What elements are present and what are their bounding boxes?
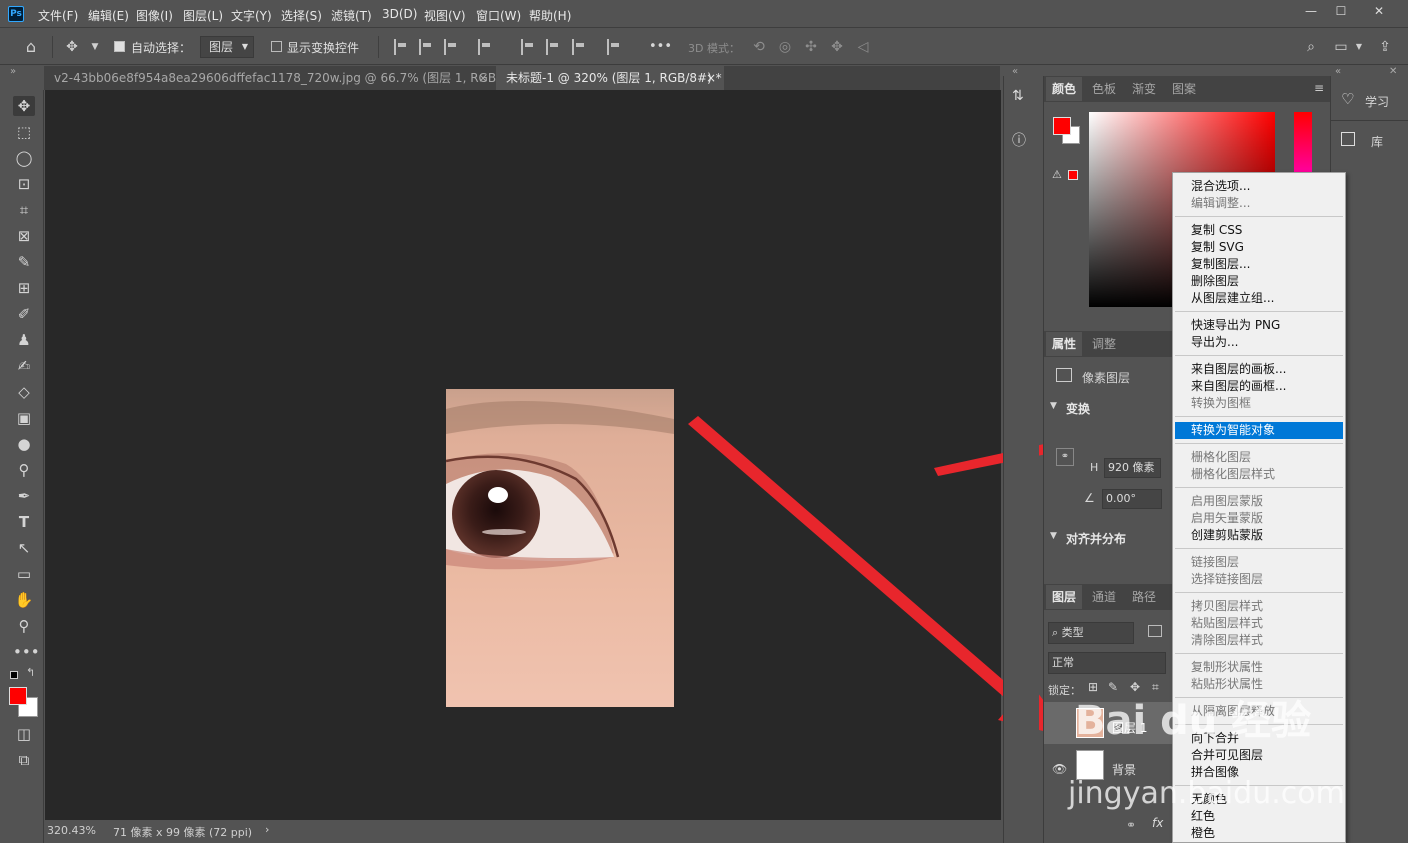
fx-icon[interactable]: fx — [1152, 816, 1163, 830]
context-menu-item[interactable]: 栅格化图层 — [1191, 449, 1251, 466]
height-label: H — [1090, 461, 1099, 474]
eye-icon[interactable]: 👁 — [1052, 762, 1067, 776]
menu-separator — [1175, 311, 1343, 312]
angle-input[interactable]: 0.00° — [1102, 489, 1162, 509]
blend-mode-dropdown[interactable]: 正常 — [1048, 652, 1166, 674]
context-menu-item[interactable]: 复制图层... — [1191, 256, 1250, 273]
status-bar: 320.43% 71 像素 x 99 像素 (72 ppi) › — [45, 820, 1001, 843]
layer-type-label: 像素图层 — [1082, 371, 1131, 385]
context-menu-item[interactable]: 创建剪贴蒙版 — [1191, 527, 1263, 544]
context-menu-item[interactable]: 启用矢量蒙版 — [1191, 510, 1263, 527]
foreground-color-swatch[interactable] — [1053, 117, 1071, 135]
context-menu-item[interactable]: 转换为智能对象 — [1175, 422, 1343, 439]
search-icon: ⌕ — [1052, 626, 1062, 639]
layer-filter-value: 类型 — [1061, 626, 1084, 639]
context-menu-item[interactable]: 拷贝图层样式 — [1191, 598, 1263, 615]
context-menu-item[interactable]: 来自图层的画框... — [1191, 378, 1286, 395]
menu-separator — [1175, 216, 1343, 217]
context-menu-item[interactable]: 清除图层样式 — [1191, 632, 1263, 649]
context-menu-item[interactable]: 启用图层蒙版 — [1191, 493, 1263, 510]
image-filter-icon[interactable] — [1148, 625, 1162, 637]
collapse-icon[interactable]: « — [1012, 66, 1018, 77]
tab-adjustments[interactable]: 调整 — [1086, 332, 1122, 356]
context-menu-item[interactable]: 混合选项... — [1191, 178, 1250, 195]
link-layers-icon[interactable]: ⚭ — [1126, 818, 1136, 832]
panel-menu-icon[interactable]: ≡ — [1314, 81, 1324, 95]
tab-gradient[interactable]: 渐变 — [1126, 77, 1162, 101]
lightbulb-icon[interactable]: ♡ — [1341, 90, 1354, 108]
chevron-down-icon[interactable]: ▼ — [1050, 531, 1057, 541]
info-icon[interactable]: ⓘ — [1012, 130, 1032, 150]
transform-heading: 变换 — [1066, 402, 1091, 416]
context-menu-item[interactable]: 栅格化图层样式 — [1191, 466, 1275, 483]
context-menu-item[interactable]: 导出为... — [1191, 334, 1238, 351]
context-menu-item[interactable]: 选择链接图层 — [1191, 571, 1263, 588]
context-menu-item[interactable]: 复制 SVG — [1191, 239, 1244, 256]
context-menu-item[interactable]: 链接图层 — [1191, 554, 1239, 571]
context-menu-item[interactable]: 来自图层的画板... — [1191, 361, 1286, 378]
layer-filter-dropdown[interactable]: ⌕ 类型 — [1048, 622, 1134, 644]
history-icon[interactable]: ⇅ — [1012, 88, 1032, 108]
library-panel-button[interactable]: 库 — [1371, 133, 1383, 150]
gamut-warning-icon[interactable]: ⚠ — [1052, 168, 1062, 181]
context-menu-item[interactable]: 删除图层 — [1191, 273, 1239, 290]
menu-separator — [1175, 592, 1343, 593]
color-panel-tabs: 颜色 色板 渐变 图案 ≡ — [1044, 76, 1330, 102]
status-menu-arrow[interactable]: › — [265, 823, 269, 836]
context-menu-item[interactable]: 复制形状属性 — [1191, 659, 1263, 676]
context-menu-item[interactable]: 橙色 — [1191, 825, 1215, 842]
menu-separator — [1175, 653, 1343, 654]
menu-separator — [1175, 443, 1343, 444]
align-distribute-heading: 对齐并分布 — [1066, 532, 1127, 546]
tab-channels[interactable]: 通道 — [1086, 585, 1122, 609]
library-icon[interactable] — [1341, 132, 1355, 146]
close-panel-icon[interactable]: ✕ — [1389, 66, 1397, 77]
panel-icon-strip: « ⇅ ⓘ — [1003, 66, 1039, 843]
angle-icon: ∠ — [1084, 491, 1095, 505]
tab-paths[interactable]: 路径 — [1126, 585, 1162, 609]
menu-separator — [1175, 548, 1343, 549]
zoom-level[interactable]: 320.43% — [47, 824, 96, 837]
tab-swatches[interactable]: 色板 — [1086, 77, 1122, 101]
menu-separator — [1175, 355, 1343, 356]
context-menu-item[interactable]: 粘贴图层样式 — [1191, 615, 1263, 632]
tab-properties[interactable]: 属性 — [1046, 332, 1083, 356]
document-size: 71 像素 x 99 像素 (72 ppi) — [113, 826, 253, 839]
context-menu-item[interactable]: 编辑调整... — [1191, 195, 1250, 212]
context-menu-item[interactable]: 快速导出为 PNG — [1191, 317, 1280, 334]
context-menu-item[interactable]: 转换为图框 — [1191, 395, 1251, 412]
context-menu-item[interactable]: 复制 CSS — [1191, 222, 1242, 239]
baidu-watermark: Bai du 经验 — [1075, 698, 1312, 744]
expand-icon[interactable]: « — [1335, 66, 1341, 77]
tab-layers[interactable]: 图层 — [1046, 585, 1083, 609]
chevron-down-icon[interactable]: ▼ — [1050, 401, 1057, 411]
tab-color[interactable]: 颜色 — [1046, 77, 1083, 101]
gamut-color-swatch[interactable] — [1068, 170, 1078, 180]
height-input[interactable]: 920 像素 — [1104, 458, 1161, 478]
pixel-layer-icon — [1056, 368, 1072, 382]
link-icon[interactable]: ⚭ — [1056, 448, 1074, 466]
menu-separator — [1175, 416, 1343, 417]
learn-panel-button[interactable]: 学习 — [1365, 93, 1389, 110]
baidu-watermark-url: jingyan.baidu.com — [1068, 776, 1345, 811]
context-menu-item[interactable]: 合并可见图层 — [1191, 747, 1263, 764]
menu-separator — [1175, 487, 1343, 488]
tab-pattern[interactable]: 图案 — [1166, 77, 1202, 101]
context-menu-item[interactable]: 从图层建立组... — [1191, 290, 1274, 307]
